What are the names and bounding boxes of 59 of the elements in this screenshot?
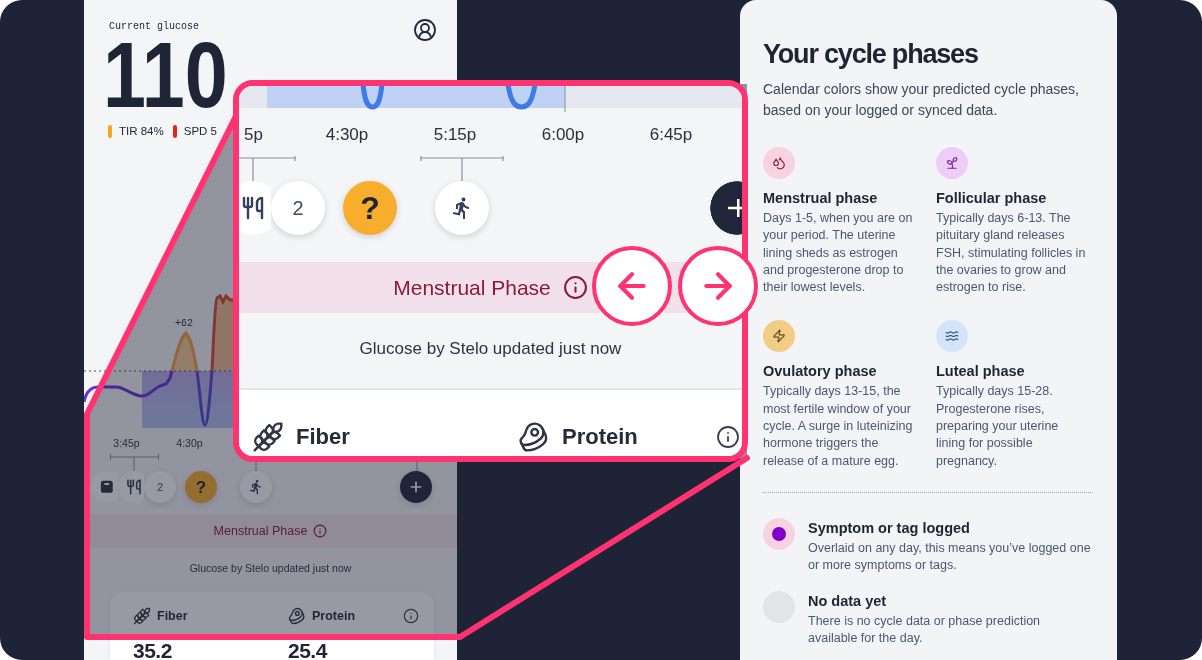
nutrient-label: Fiber [296, 423, 350, 451]
logged-dot-icon [763, 517, 795, 550]
time-label: 3:45p [113, 436, 140, 450]
utensils-icon [241, 196, 265, 220]
wheat-icon [252, 421, 284, 453]
time-label: 5:15p [433, 125, 477, 145]
phase-description: Days 1-5, when you are on your period. The uterine lining sheds as estrogen and progesterone drop to their lowest levels. [763, 210, 914, 297]
time-label: 4:30p [325, 125, 369, 145]
legend-name: Symptom or tag logged [808, 518, 971, 537]
question-button[interactable]: ? [343, 181, 397, 235]
event-count-button[interactable]: 2 [144, 471, 176, 503]
phase-label: Menstrual Phase [213, 523, 308, 539]
phase-name: Ovulatory phase [763, 362, 877, 381]
sync-status: Glucose by Stelo updated just now [189, 562, 352, 575]
meal-button[interactable] [239, 181, 271, 235]
exercise-button[interactable] [435, 181, 489, 235]
stat-label: SPD 5 [183, 124, 217, 138]
nutrient-value: 25.4 [288, 641, 329, 660]
nutrient-value: 35.2 [133, 641, 173, 660]
info-icon[interactable] [716, 425, 740, 449]
phase-description: Typically days 6-13. The pituitary gland releases FSH, stimulating follicles in the ovaries to grow and estrogen to rise. [936, 210, 1087, 297]
time-label: 6:00p [541, 125, 585, 145]
utensils-icon [126, 479, 142, 495]
exercise-button[interactable] [240, 471, 272, 503]
wheat-icon [133, 607, 151, 625]
runner-icon [248, 479, 264, 495]
peak-label: +62 [175, 318, 193, 329]
info-icon[interactable] [403, 608, 419, 624]
event-count-button[interactable]: 2 [271, 181, 325, 235]
phase-description: Typically days 13-15, the most fertile window of your cycle. A surge in luteinizing hormone triggers the release of a mature egg. [763, 383, 914, 470]
legend-description: There is no cycle data or phase prediction available for the day. [808, 612, 1042, 647]
glucose-label: Current glucose [109, 21, 199, 33]
legend-description: Overlaid on any day, this means you’ve logged one or more symptoms or tags. [808, 539, 1092, 575]
nutrient-label: Protein [312, 608, 356, 624]
info-icon[interactable] [562, 275, 588, 300]
stat-label: TIR 84% [119, 124, 164, 138]
phase-description: Typically days 15-28. Progesterone rises, preparing your uterine lining for possible pregnancy. [936, 383, 1060, 470]
nutrient-label: Fiber [157, 608, 188, 624]
phase-name: Luteal phase [936, 362, 1025, 381]
nutrient-label: Protein [562, 423, 638, 451]
phase-name: Follicular phase [936, 189, 1047, 207]
plus-icon [408, 479, 424, 495]
steak-icon [288, 607, 306, 625]
sync-status: Glucose by Stelo updated just now [359, 339, 622, 359]
add-button[interactable] [710, 181, 742, 235]
panel-intro: Calendar colors show your predicted cycle phases, based on your logged or synced data. [763, 80, 1080, 120]
time-range-bracket [110, 452, 159, 471]
scale-icon [100, 480, 114, 494]
phase-label: Menstrual Phase [393, 274, 551, 301]
user-icon[interactable] [413, 18, 437, 42]
time-label: 6:45p [649, 125, 693, 145]
time-label: 4:30p [176, 436, 203, 450]
plus-icon [728, 199, 742, 217]
steak-icon [518, 421, 550, 453]
time-label: 5p [244, 125, 263, 145]
phase-name: Menstrual phase [763, 189, 878, 207]
panel-title: Your cycle phases [763, 38, 978, 71]
legend-name: No data yet [808, 591, 888, 610]
glucose-value: 110 [103, 40, 228, 110]
